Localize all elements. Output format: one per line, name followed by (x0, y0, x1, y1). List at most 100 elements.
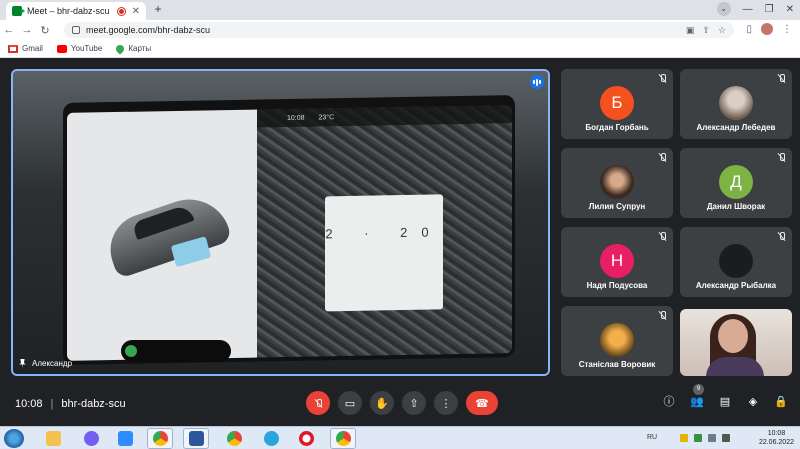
participant-name: Станіслав Воровик (578, 360, 656, 369)
bookmark-label: YouTube (70, 44, 103, 53)
participant-tile[interactable]: Б Богдан Горбань (561, 69, 673, 139)
windows-taskbar: RU 10:08 22.06.2022 (0, 426, 800, 449)
bookmark-youtube[interactable]: YouTube (56, 44, 103, 53)
menu-icon[interactable]: ⋮ (782, 24, 792, 35)
mic-off-icon (658, 74, 667, 83)
gmail-icon (8, 44, 18, 53)
back-icon[interactable]: ← (0, 24, 18, 36)
profile-avatar[interactable] (761, 23, 773, 35)
timer-dialog: 2 · 20 (325, 194, 443, 312)
meeting-time: 10:08 (15, 398, 43, 410)
opera-icon (298, 431, 314, 446)
bookmark-label: Карты (128, 44, 152, 53)
bookmarks-bar: Gmail YouTube Карты (0, 40, 800, 58)
bookmark-gmail[interactable]: Gmail (8, 44, 43, 53)
volume-icon[interactable] (722, 434, 730, 442)
forward-icon[interactable]: → (18, 24, 36, 36)
mic-off-icon (777, 74, 786, 83)
mic-toggle-button[interactable] (306, 391, 330, 415)
tab-search-icon[interactable]: ⌄ (716, 2, 731, 16)
taskbar-zoom[interactable] (112, 428, 138, 449)
taskbar-opera[interactable] (293, 428, 319, 449)
car-view-panel (67, 109, 257, 361)
people-button[interactable]: 👥 9 (690, 384, 704, 408)
participant-tile[interactable]: Д Данил Шворак (680, 148, 792, 218)
chat-icon[interactable]: ▤ (718, 394, 732, 408)
taskbar-chrome-3[interactable] (330, 428, 356, 449)
maximize-button[interactable]: ❐ (765, 4, 774, 15)
folder-icon (45, 431, 61, 446)
meet-favicon-icon (12, 6, 25, 16)
tray-app-icon[interactable] (694, 434, 702, 442)
participant-tile[interactable]: Александр Рыбалка (680, 227, 792, 297)
taskbar-viber[interactable] (78, 428, 104, 449)
bookmark-label: Gmail (22, 44, 43, 53)
chrome-icon (152, 431, 168, 446)
participant-tile[interactable]: Н Надя Подусова (561, 227, 673, 297)
taskbar-chrome-2[interactable] (221, 428, 247, 449)
clock-time: 10:08 (767, 430, 786, 437)
keyboard-language[interactable]: RU (647, 434, 657, 441)
new-tab-button[interactable]: + (151, 3, 165, 17)
meeting-details-icon[interactable]: ⓘ (662, 394, 676, 408)
car-time: 10:08 (287, 114, 305, 122)
system-tray (680, 434, 730, 442)
mic-off-icon (777, 153, 786, 162)
participant-avatar: Б (600, 86, 634, 120)
clock-date: 22.06.2022 (758, 439, 794, 446)
bookmark-maps[interactable]: Карты (114, 42, 152, 55)
participant-tile[interactable]: Лилия Супрун (561, 148, 673, 218)
participant-name: Александр Лебедев (696, 123, 776, 132)
taskbar-explorer[interactable] (40, 428, 66, 449)
browser-tab[interactable]: Meet – bhr-dabz-scu ✕ (6, 2, 146, 20)
tab-close-icon[interactable]: ✕ (132, 6, 140, 17)
word-icon (188, 431, 204, 446)
youtube-icon (56, 44, 67, 53)
sidebar-icon[interactable]: ▯ (746, 24, 752, 35)
url-text[interactable]: meet.google.com/bhr-dabz-scu (86, 25, 210, 35)
host-controls-icon[interactable]: 🔒 (774, 394, 788, 408)
close-window-button[interactable]: ✕ (786, 4, 794, 15)
taskbar-telegram[interactable] (258, 428, 284, 449)
raise-hand-button[interactable]: ✋ (370, 391, 394, 415)
system-clock[interactable]: 10:08 22.06.2022 (759, 429, 794, 447)
participant-name: Богдан Горбань (585, 123, 649, 132)
maps-icon (114, 42, 126, 55)
taskbar-chrome[interactable] (147, 428, 173, 449)
participant-tile[interactable]: Александр Лебедев (680, 69, 792, 139)
side-controls: ⓘ 👥 9 ▤ ◈ 🔒 (662, 384, 788, 408)
tab-strip: Meet – bhr-dabz-scu ✕ + ⌄ — ❐ ✕ (0, 0, 800, 20)
participant-avatar: Д (719, 165, 753, 199)
main-speaker-label: Александр (19, 359, 72, 368)
present-screen-button[interactable]: ⇧ (402, 391, 426, 415)
tray-app-icon[interactable] (680, 434, 688, 442)
pin-icon[interactable] (19, 359, 26, 368)
timer-value: 2 · 20 (325, 224, 443, 242)
activities-icon[interactable]: ◈ (746, 394, 760, 408)
bookmark-star-icon[interactable]: ☆ (718, 25, 726, 36)
meeting-controls-bar: 10:08 | bhr-dabz-scu ▭ ✋ ⇧ ⋮ ☎ ⓘ 👥 9 ▤ ◈ … (0, 384, 800, 426)
chrome-icon (335, 431, 351, 446)
reload-icon[interactable]: ↻ (36, 24, 54, 37)
shared-car-screen: 10:08 23°C 2 · 20 (63, 95, 515, 365)
minimize-button[interactable]: — (743, 4, 753, 15)
address-bar[interactable]: meet.google.com/bhr-dabz-scu ▣ ⇪ ☆ (64, 22, 734, 38)
share-icon[interactable]: ⇪ (702, 25, 710, 36)
browser-chrome: Meet – bhr-dabz-scu ✕ + ⌄ — ❐ ✕ ← → ↻ me… (0, 0, 800, 58)
self-video-body (706, 357, 764, 376)
participant-avatar: Н (600, 244, 634, 278)
self-video-tile[interactable] (680, 309, 792, 376)
participant-name: Надя Подусова (586, 281, 648, 290)
leave-call-button[interactable]: ☎ (466, 391, 498, 415)
camera-in-use-icon[interactable]: ▣ (686, 25, 695, 36)
more-options-button[interactable]: ⋮ (434, 391, 458, 415)
lock-icon[interactable] (72, 26, 80, 34)
taskbar-word[interactable] (183, 428, 209, 449)
start-button[interactable] (4, 429, 24, 448)
participant-tile[interactable]: Станіслав Воровик (561, 306, 673, 376)
network-icon[interactable] (708, 434, 716, 442)
meet-stage: 10:08 23°C 2 · 20 Александр Б Богдан Гор… (0, 58, 800, 426)
main-video-tile[interactable]: 10:08 23°C 2 · 20 Александр (11, 69, 550, 376)
camera-toggle-button[interactable]: ▭ (338, 391, 362, 415)
meeting-info-separator: | (50, 398, 54, 410)
